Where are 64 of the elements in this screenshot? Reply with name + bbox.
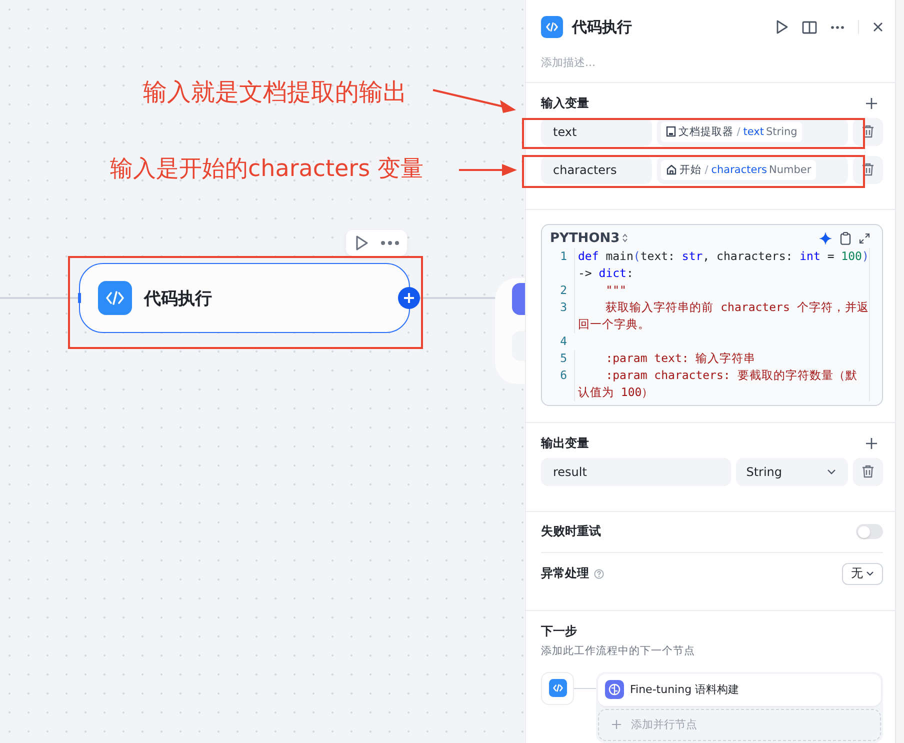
section-title: 输出变量 xyxy=(541,434,589,452)
code-line: :param characters: 要截取的字符数量（默认值为 100） xyxy=(574,366,869,401)
clipboard-icon[interactable] xyxy=(840,232,851,245)
code-line: :param text: 输入字符串 xyxy=(574,350,869,367)
setting-label: 异常处理 xyxy=(541,565,589,582)
next-node[interactable]: Fine-tuning 语料构建 xyxy=(598,674,881,706)
more-icon[interactable] xyxy=(380,241,398,245)
variable-reference: 开始 / characters Number xyxy=(660,160,816,180)
home-icon xyxy=(666,164,677,176)
plus-icon xyxy=(612,720,621,730)
type-dropdown[interactable]: String xyxy=(736,458,848,486)
code-line: 获取输入字符串的前 characters 个字符，并返回一个字典。 xyxy=(574,298,869,333)
line-number: 3 xyxy=(559,298,568,316)
code-icon xyxy=(548,679,566,698)
code-line: def main(text: str, characters: int = 100) -> dict: xyxy=(574,248,869,282)
delete-button[interactable] xyxy=(853,156,883,184)
play-icon[interactable] xyxy=(354,235,368,251)
section-title: 下一步 xyxy=(541,622,578,640)
error-handling-dropdown[interactable]: 无 xyxy=(842,562,883,585)
delete-button[interactable] xyxy=(853,458,883,486)
expand-icon[interactable] xyxy=(859,232,870,244)
code-editor[interactable]: PYTHON3 1 def main(text: str, characters: int = 100) -> dict: 2 """ 3 获取输入字符串的前 characters 个字符，并返回一个字典。 4 5 :param text: 输入字符串 6 :param characters: 要截取的字符数量（默认值为 100） xyxy=(541,224,883,406)
line-number: 2 xyxy=(559,282,568,299)
code-icon xyxy=(541,16,563,38)
plus-icon[interactable] xyxy=(866,438,877,449)
annotation-text: 输入是开始的characters 变量 xyxy=(110,155,424,184)
chevron-down-icon xyxy=(827,468,836,475)
section-description: 添加此工作流程中的下一个节点 xyxy=(541,644,696,658)
annotation-text: 输入就是文档提取的输出 xyxy=(143,77,407,108)
variable-reference: 文档提取器 / text String xyxy=(660,122,802,142)
line-number: 6 xyxy=(559,366,568,384)
close-icon[interactable] xyxy=(873,22,883,32)
node-title: 代码执行 xyxy=(144,288,212,310)
variable-name-field[interactable]: text xyxy=(541,118,652,146)
code-line: """ xyxy=(574,282,869,299)
document-icon xyxy=(666,126,676,138)
trash-icon xyxy=(862,125,874,138)
plus-icon[interactable] xyxy=(866,98,877,109)
delete-button[interactable] xyxy=(853,118,883,146)
variable-reference-field[interactable]: 文档提取器 / text String xyxy=(656,118,848,146)
code-icon xyxy=(98,281,132,315)
sort-icon[interactable] xyxy=(622,233,628,244)
retry-toggle[interactable] xyxy=(856,524,883,540)
scrollbar[interactable] xyxy=(895,0,904,743)
workflow-node[interactable]: 代码执行 xyxy=(79,263,410,333)
section-title: 输入变量 xyxy=(541,94,589,112)
book-icon[interactable] xyxy=(802,20,817,34)
panel-title: 代码执行 xyxy=(572,18,632,37)
sparkle-icon[interactable] xyxy=(819,232,832,245)
play-icon[interactable] xyxy=(776,20,788,34)
more-icon[interactable] xyxy=(831,26,844,29)
trash-icon xyxy=(862,163,874,176)
language-selector[interactable]: PYTHON3 xyxy=(550,230,620,246)
line-number: 1 xyxy=(559,248,568,265)
variable-name-field[interactable]: result xyxy=(541,458,732,486)
arrow xyxy=(459,164,517,176)
add-icon[interactable] xyxy=(398,287,420,309)
line-number: 4 xyxy=(559,332,568,350)
trash-icon xyxy=(862,465,874,478)
line-number: 5 xyxy=(559,350,568,367)
chevron-down-icon xyxy=(866,571,874,576)
setting-label: 失败时重试 xyxy=(541,523,601,540)
variable-reference-field[interactable]: 开始 / characters Number xyxy=(656,156,848,184)
variable-name-field[interactable]: characters xyxy=(541,156,652,184)
